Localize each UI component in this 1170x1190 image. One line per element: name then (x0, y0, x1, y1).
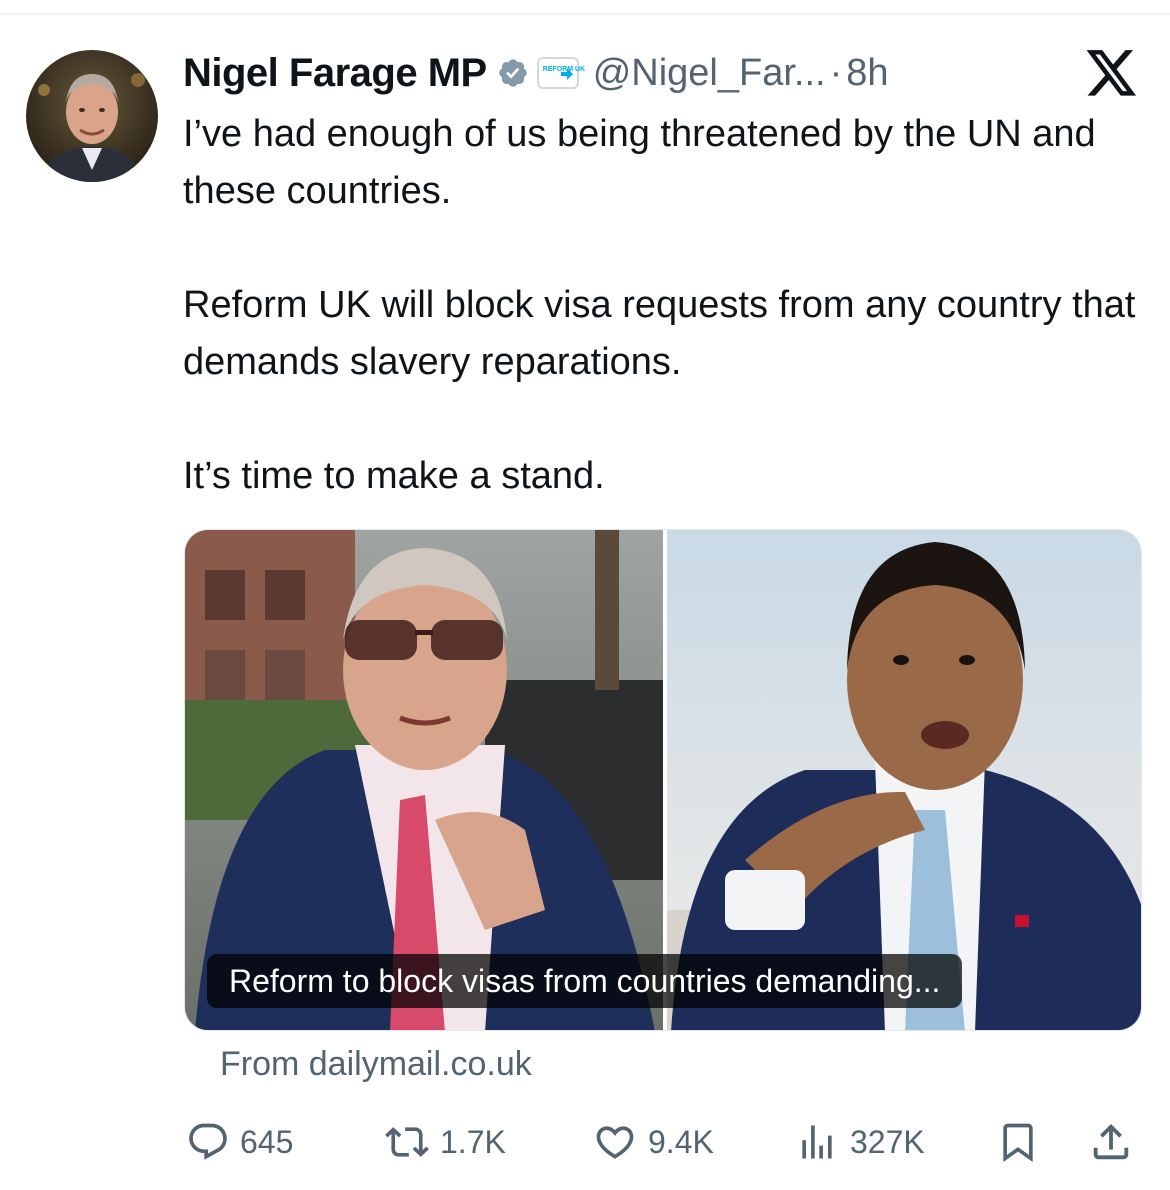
reform-uk-badge-icon[interactable]: REFORM UK (536, 57, 585, 89)
tweet-paragraph: Reform UK will block visa requests from … (183, 284, 1136, 383)
reply-count: 645 (240, 1123, 294, 1160)
tweet-paragraph: I’ve had enough of us being threatened b… (183, 113, 1096, 212)
tweet-paragraph: It’s time to make a stand. (183, 455, 605, 497)
views-icon (802, 1125, 832, 1159)
link-card-image[interactable]: Reform to block visas from countries dem… (184, 529, 1142, 1031)
tweet-text: I’ve had enough of us being threatened b… (183, 106, 1143, 505)
action-bar: 645 1.7K 9.4K 327K (0, 1118, 1170, 1166)
reply-icon (189, 1123, 227, 1160)
like-icon (596, 1126, 634, 1159)
avatar[interactable] (26, 50, 158, 182)
separator-dot: · (829, 51, 843, 94)
verified-badge-icon[interactable] (497, 57, 529, 89)
bookmark-button[interactable] (996, 1118, 1040, 1166)
view-count: 327K (850, 1123, 925, 1160)
timestamp[interactable]: 8h (846, 52, 888, 95)
display-name[interactable]: Nigel Farage MP (183, 51, 487, 96)
bookmark-icon (1003, 1123, 1033, 1163)
x-logo-icon[interactable] (1086, 50, 1138, 98)
share-button[interactable] (1088, 1118, 1134, 1166)
repost-icon (385, 1127, 429, 1157)
views-button[interactable]: 327K (794, 1118, 925, 1166)
like-count: 9.4K (648, 1123, 714, 1160)
repost-button[interactable]: 1.7K (384, 1118, 506, 1166)
link-source[interactable]: From dailymail.co.uk (220, 1045, 532, 1084)
link-card-caption[interactable]: Reform to block visas from countries dem… (207, 954, 963, 1008)
tweet-header: Nigel Farage MP REFORM UK @Nigel_Far... … (183, 44, 889, 102)
top-divider (0, 13, 1170, 15)
share-icon (1093, 1123, 1129, 1160)
repost-count: 1.7K (440, 1123, 506, 1160)
handle[interactable]: @Nigel_Far... (593, 52, 826, 95)
like-button[interactable]: 9.4K (592, 1118, 714, 1166)
reply-button[interactable]: 645 (186, 1118, 293, 1166)
